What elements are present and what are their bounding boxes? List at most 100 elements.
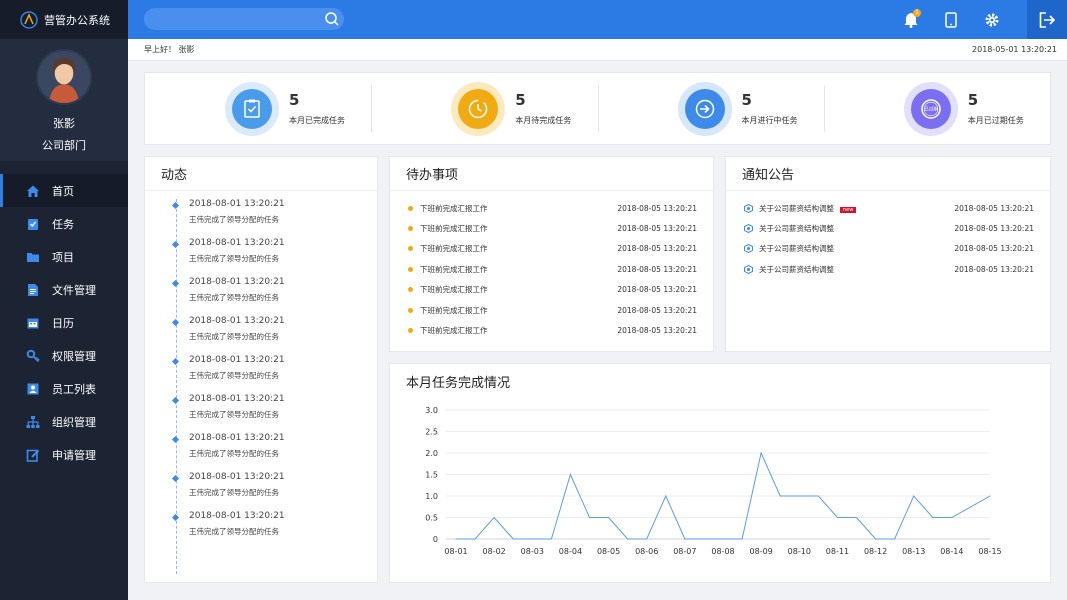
y-tick-label: 1.5 bbox=[425, 471, 438, 480]
todo-time: 2018-08-05 13:20:21 bbox=[617, 244, 697, 254]
brand[interactable]: 营管办公系统 bbox=[0, 0, 128, 39]
sidebar-item-0[interactable]: 首页 bbox=[0, 174, 128, 207]
data-point bbox=[989, 495, 991, 497]
timeline-text: 王伟完成了领导分配的任务 bbox=[189, 449, 279, 458]
stat-icon-bg bbox=[458, 88, 499, 129]
sidebar-item-5[interactable]: 权限管理 bbox=[0, 339, 128, 372]
timeline-time: 2018-08-01 13:20:21 bbox=[189, 472, 285, 482]
x-tick-label: 08-02 bbox=[483, 547, 506, 556]
x-tick-label: 08-12 bbox=[864, 547, 887, 556]
sidebar-item-4[interactable]: 日历 bbox=[0, 306, 128, 339]
bullet-dot bbox=[408, 266, 413, 272]
timeline-item: 2018-08-01 13:20:21 王伟完成了领导分配的任务 bbox=[171, 238, 377, 277]
org-icon bbox=[26, 415, 40, 428]
bullet-dot bbox=[408, 246, 413, 252]
sidebar-item-2[interactable]: 项目 bbox=[0, 240, 128, 273]
stat-item[interactable]: 5 本月进行中任务 bbox=[597, 73, 824, 144]
todo-item[interactable]: 下班前完成汇报工作 2018-08-05 13:20:21 bbox=[408, 198, 697, 218]
contacts-icon bbox=[27, 383, 39, 394]
stat-value: 5 bbox=[967, 91, 979, 109]
search-icon bbox=[325, 12, 339, 26]
notice-text: 关于公司薪资结构调整 new bbox=[759, 203, 954, 214]
sidebar-item-7[interactable]: 组织管理 bbox=[0, 405, 128, 438]
todo-item[interactable]: 下班前完成汇报工作 2018-08-05 13:20:21 bbox=[408, 320, 697, 340]
calendar-icon bbox=[27, 318, 39, 328]
timeline-time: 2018-08-01 13:20:21 bbox=[189, 355, 285, 365]
sidebar-item-3[interactable]: 文件管理 bbox=[0, 273, 128, 306]
sidebar-item-8[interactable]: 申请管理 bbox=[0, 438, 128, 471]
timeline-dot bbox=[171, 357, 180, 366]
task-chart-panel: 本月任务完成情况 0 0.5 1.0 1.5 2.0 2.5 3.0 08-01 08-02 08… bbox=[389, 363, 1051, 583]
settings-button[interactable] bbox=[972, 0, 1012, 39]
stat-value: 5 bbox=[515, 91, 526, 109]
todo-text: 下班前完成汇报工作 bbox=[420, 285, 488, 295]
arrow-right-icon bbox=[695, 99, 714, 118]
notice-item[interactable]: 关于公司薪资结构调整 2018-08-05 13:20:21 bbox=[744, 239, 1034, 259]
timeline-time: 2018-08-01 13:20:21 bbox=[189, 199, 285, 209]
stat-item[interactable]: 已过期 5 本月已过期任务 bbox=[823, 73, 1050, 144]
stat-label: 本月进行中任务 bbox=[741, 116, 798, 125]
timeline-item: 2018-08-01 13:20:21 王伟完成了领导分配的任务 bbox=[171, 394, 377, 433]
timeline-text: 王伟完成了领导分配的任务 bbox=[189, 410, 279, 419]
timeline-item: 2018-08-01 13:20:21 王伟完成了领导分配的任务 bbox=[171, 355, 377, 394]
x-tick-label: 08-04 bbox=[559, 547, 582, 556]
stat-item[interactable]: 5 本月待完成任务 bbox=[371, 73, 597, 144]
todo-time: 2018-08-05 13:20:21 bbox=[617, 326, 697, 336]
todo-text: 下班前完成汇报工作 bbox=[420, 224, 488, 234]
data-point bbox=[894, 538, 896, 540]
notice-item[interactable]: 关于公司薪资结构调整 new 2018-08-05 13:20:21 bbox=[744, 198, 1034, 218]
sidebar-item-1[interactable]: 任务 bbox=[0, 207, 128, 240]
data-point bbox=[741, 538, 743, 540]
notice-item[interactable]: 关于公司薪资结构调整 2018-08-05 13:20:21 bbox=[744, 259, 1034, 279]
notification-button[interactable]: 1 bbox=[891, 0, 931, 39]
search-input[interactable] bbox=[144, 8, 344, 30]
todo-item[interactable]: 下班前完成汇报工作 2018-08-05 13:20:21 bbox=[408, 218, 697, 238]
logout-button[interactable] bbox=[1027, 0, 1067, 39]
data-point bbox=[779, 495, 781, 497]
notice-label: 关于公司薪资结构调整 bbox=[759, 224, 834, 234]
notice-label: 关于公司薪资结构调整 bbox=[759, 264, 834, 274]
timeline-item: 2018-08-01 13:20:21 王伟完成了领导分配的任务 bbox=[171, 199, 377, 238]
timeline-item: 2018-08-01 13:20:21 王伟完成了领导分配的任务 bbox=[171, 472, 377, 511]
todo-item[interactable]: 下班前完成汇报工作 2018-08-05 13:20:21 bbox=[408, 300, 697, 320]
notice-item[interactable]: 关于公司薪资结构调整 2018-08-05 13:20:21 bbox=[744, 218, 1034, 238]
sidebar-item-6[interactable]: 员工列表 bbox=[0, 372, 128, 405]
x-tick-label: 08-10 bbox=[788, 547, 811, 556]
clock-icon bbox=[469, 99, 488, 118]
y-tick-label: 0.5 bbox=[425, 514, 438, 523]
stat-label: 本月已完成任务 bbox=[289, 116, 345, 125]
user-name: 张影 bbox=[53, 117, 75, 130]
clipboard-icon bbox=[28, 218, 38, 230]
todo-text: 下班前完成汇报工作 bbox=[420, 264, 488, 274]
bullet-dot bbox=[408, 307, 413, 313]
todo-item[interactable]: 下班前完成汇报工作 2018-08-05 13:20:21 bbox=[408, 239, 697, 259]
timeline-text: 王伟完成了领导分配的任务 bbox=[189, 527, 279, 536]
data-point bbox=[455, 538, 457, 540]
expired-stamp-text: 已过期 bbox=[924, 105, 938, 112]
todo-item[interactable]: 下班前完成汇报工作 2018-08-05 13:20:21 bbox=[408, 259, 697, 279]
x-tick-label: 08-06 bbox=[635, 547, 658, 556]
todo-panel: 待办事项 下班前完成汇报工作 2018-08-05 13:20:21 下班前完成… bbox=[389, 156, 714, 352]
timeline-time: 2018-08-01 13:20:21 bbox=[189, 316, 285, 326]
notice-label: 关于公司薪资结构调整 bbox=[759, 244, 834, 254]
todo-time: 2018-08-05 13:20:21 bbox=[617, 264, 697, 274]
y-tick-label: 1.0 bbox=[425, 492, 438, 501]
sidebar-item-label: 申请管理 bbox=[52, 448, 96, 462]
stat-item[interactable]: 5 本月已完成任务 bbox=[145, 73, 371, 144]
avatar[interactable] bbox=[36, 49, 92, 105]
mobile-button[interactable] bbox=[931, 0, 971, 39]
todo-item[interactable]: 下班前完成汇报工作 2018-08-05 13:20:21 bbox=[408, 280, 697, 300]
data-point bbox=[531, 538, 533, 540]
current-datetime: 2018-05-01 13:20:21 bbox=[972, 45, 1057, 54]
timeline-dot bbox=[171, 240, 180, 249]
todo-time: 2018-08-05 13:20:21 bbox=[617, 203, 697, 213]
stat-label: 本月已过期任务 bbox=[967, 116, 1024, 125]
timeline-text: 王伟完成了领导分配的任务 bbox=[189, 215, 279, 224]
timeline-dot bbox=[171, 435, 180, 444]
data-point bbox=[569, 474, 571, 475]
user-dept: 公司部门 bbox=[42, 139, 86, 152]
todo-text: 下班前完成汇报工作 bbox=[420, 326, 488, 336]
data-point bbox=[550, 538, 552, 540]
notice-panel: 通知公告 关于公司薪资结构调整 new 2018-08-05 13:20:21 关… bbox=[725, 156, 1051, 352]
timeline: 2018-08-01 13:20:21 王伟完成了领导分配的任务 2018-08… bbox=[145, 191, 377, 574]
